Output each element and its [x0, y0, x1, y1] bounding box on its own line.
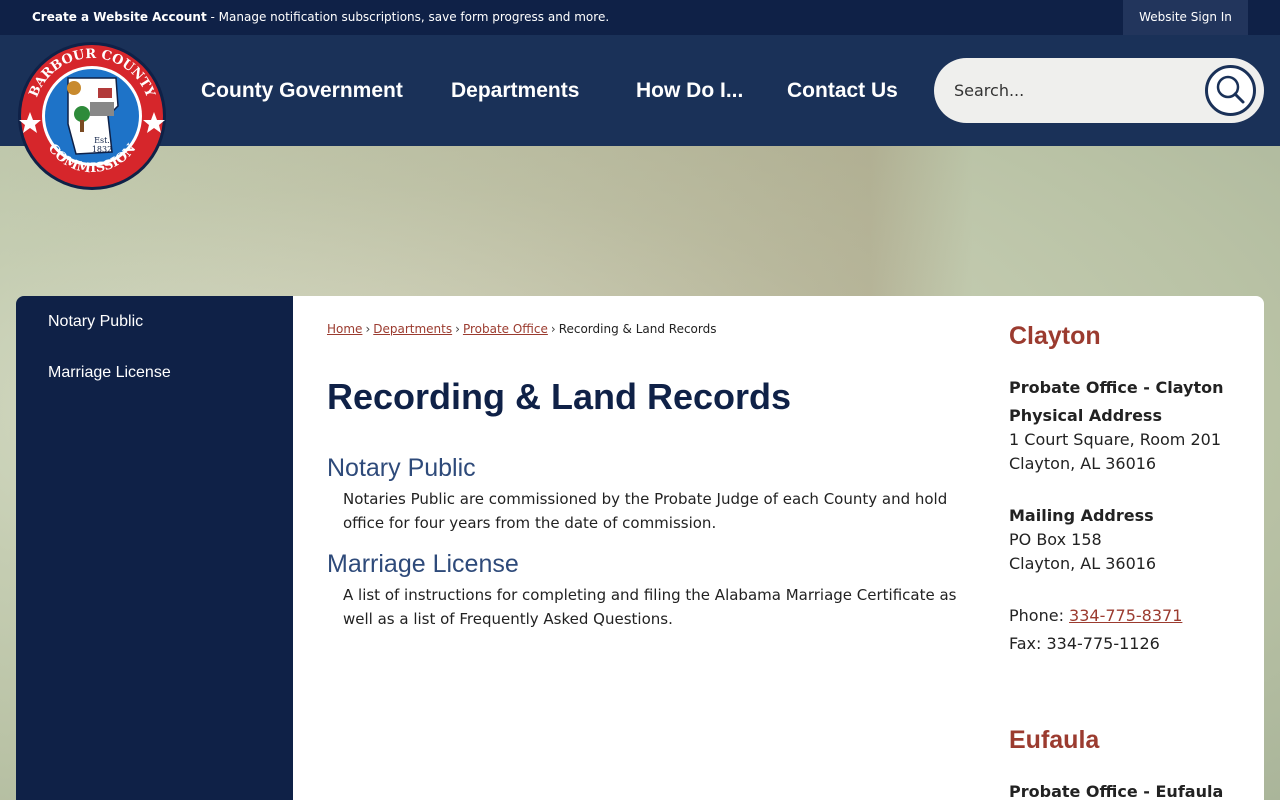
- breadcrumb-departments[interactable]: Departments: [373, 322, 452, 336]
- breadcrumb-separator: ›: [550, 322, 556, 336]
- breadcrumb-home[interactable]: Home: [327, 322, 362, 336]
- nav-county-government[interactable]: County Government: [201, 35, 403, 146]
- sidebar: Notary Public Marriage License: [16, 296, 293, 800]
- top-utility-bar: Create a Website Account - Manage notifi…: [0, 0, 1280, 35]
- phone-label: Phone:: [1009, 606, 1070, 625]
- create-account-link[interactable]: Create a Website Account: [32, 10, 207, 24]
- seal-est: Est.: [94, 136, 110, 145]
- breadcrumb-current: Recording & Land Records: [558, 322, 717, 336]
- main-content: Home › Departments › Probate Office › Recordin…: [293, 296, 1264, 800]
- nav-contact-us[interactable]: Contact Us: [787, 35, 898, 146]
- breadcrumb-probate-office[interactable]: Probate Office: [463, 322, 548, 336]
- nav-departments[interactable]: Departments: [451, 35, 579, 146]
- seal-year: 1832: [92, 145, 112, 154]
- section-heading-marriage-license[interactable]: Marriage License: [327, 550, 519, 579]
- location-heading-clayton: Clayton: [1009, 322, 1101, 350]
- website-sign-in-button[interactable]: Website Sign In: [1123, 0, 1248, 35]
- nav-how-do-i[interactable]: How Do I...: [636, 35, 743, 146]
- section-text-marriage-license: A list of instructions for completing an…: [343, 586, 957, 628]
- office-name-eufaula: Probate Office - Eufaula: [1009, 782, 1224, 800]
- mailing-address-label: Mailing Address: [1009, 506, 1154, 525]
- breadcrumb-separator: ›: [455, 322, 460, 336]
- fax-line: Fax: 334-775-1126: [1009, 634, 1160, 653]
- physical-address-line-2: Clayton, AL 36016: [1009, 454, 1157, 473]
- breadcrumb: Home › Departments › Probate Office › Recordin…: [327, 322, 716, 336]
- office-name-clayton: Probate Office - Clayton: [1009, 378, 1224, 397]
- mailing-address-line-2: Clayton, AL 36016: [1009, 554, 1157, 573]
- account-message: Create a Website Account - Manage notifi…: [32, 0, 609, 35]
- physical-address-label: Physical Address: [1009, 406, 1162, 425]
- county-seal-logo[interactable]: BARBOUR COUNTY COMMISSION Est. 1832: [16, 40, 168, 192]
- page-title: Recording & Land Records: [327, 376, 792, 417]
- section-heading-notary-public[interactable]: Notary Public: [327, 454, 476, 483]
- section-text-notary-public: Notaries Public are commissioned by the …: [343, 490, 948, 532]
- phone-link[interactable]: 334-775-8371: [1069, 606, 1182, 625]
- site-header: County Government Departments How Do I..…: [0, 35, 1280, 146]
- breadcrumb-separator: ›: [365, 322, 371, 336]
- mailing-address-line-1: PO Box 158: [1009, 530, 1102, 549]
- search-box: [934, 58, 1264, 123]
- search-input[interactable]: [954, 72, 1194, 108]
- sidebar-item-notary-public[interactable]: Notary Public: [48, 313, 143, 331]
- search-button[interactable]: [1205, 65, 1256, 116]
- physical-address-line-1: 1 Court Square, Room 201: [1009, 430, 1221, 449]
- phone-row: Phone: 334-775-8371: [1009, 606, 1182, 625]
- search-icon: [1216, 75, 1245, 104]
- location-heading-eufaula: Eufaula: [1009, 726, 1100, 754]
- sidebar-item-marriage-license[interactable]: Marriage License: [48, 364, 171, 382]
- create-account-description: - Manage notification subscriptions, sav…: [206, 10, 610, 24]
